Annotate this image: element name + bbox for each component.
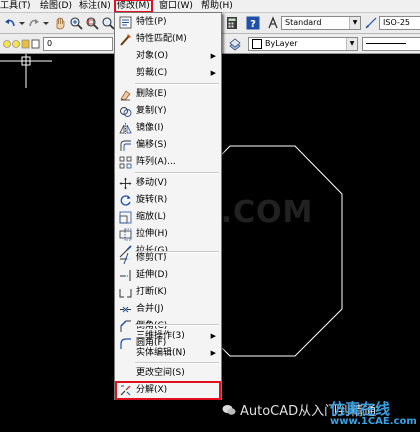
layer-state-icons[interactable] [2,37,42,51]
menu-item-erase[interactable]: 删除(E) [116,86,220,103]
menu-draw[interactable]: 绘图(D) [40,0,72,12]
erase-icon [119,88,132,101]
extend-icon [119,269,132,282]
chevron-down-icon: ▼ [349,17,360,29]
layer-previous-icon[interactable] [228,37,242,51]
trim-icon [119,252,132,265]
menu-item-solid-editing[interactable]: 实体编辑(N) ▶ [116,345,220,362]
lineweight-preview [366,43,406,44]
undo-dropdown-icon[interactable] [18,16,26,30]
menu-help[interactable]: 帮助(H) [201,0,233,12]
menu-item-change-space[interactable]: 更改空间(S) [116,365,220,382]
mirror-icon [119,122,132,135]
break-icon [119,286,132,299]
menu-item-offset[interactable]: 偏移(S) [116,137,220,154]
menu-window[interactable]: 窗口(W) [159,0,193,12]
pan-icon[interactable] [53,16,67,30]
menu-item-scale[interactable]: 缩放(L) [116,209,220,226]
menu-item-properties[interactable]: 特性(P) [116,14,220,31]
rotate-icon [119,194,132,207]
array-icon [119,156,132,169]
copy-icon [119,105,132,118]
menu-separator [135,362,219,364]
menu-item-3d-operations[interactable]: 三维操作(3) ▶ [116,328,220,345]
submenu-arrow-icon: ▶ [210,69,216,77]
menu-dimension[interactable]: 标注(N) [79,0,111,12]
calculator-icon[interactable] [225,16,239,30]
menu-item-join[interactable]: 合并(J) [116,301,220,318]
zoom-window-icon[interactable] [85,16,99,30]
menu-item-label: 分解(X) [136,385,168,395]
submenu-arrow-icon: ▶ [210,349,216,357]
menu-item-stretch[interactable]: 拉伸(H) [116,226,220,243]
wechat-icon [222,404,236,420]
properties-icon [119,16,132,29]
menu-item-mirror[interactable]: 镜像(I) [116,120,220,137]
menu-item-move[interactable]: 移动(V) [116,175,220,192]
explode-icon [119,384,132,397]
menu-item-explode[interactable]: 分解(X) [115,381,221,400]
menu-item-array[interactable]: 阵列(A)... [116,154,220,171]
lineweight-select[interactable] [362,37,420,51]
layer-select[interactable]: 0 [43,37,113,51]
menu-item-match-properties[interactable]: 特性匹配(M) [116,31,220,48]
submenu-arrow-icon: ▶ [210,52,216,60]
zoom-realtime-icon[interactable] [69,16,83,30]
menu-item-object[interactable]: 对象(O) ▶ [116,48,220,65]
svg-text:?: ? [250,19,256,30]
join-icon [119,303,132,316]
menu-separator [135,172,219,174]
submenu-arrow-icon: ▶ [210,332,216,340]
menu-item-label: 实体编辑(N) [136,348,186,358]
help-icon[interactable]: ? [246,16,260,30]
menu-item-label: 更改空间(S) [136,368,185,378]
text-style-icon[interactable] [266,16,280,30]
stretch-icon [119,228,132,241]
menu-item-clip[interactable]: 剪裁(C) ▶ [116,65,220,82]
brand-site: www.1CAE.com [330,416,417,427]
text-style-select[interactable]: Standard ▼ [281,16,361,30]
menu-item-label: 三维操作(3) [136,331,185,341]
menu-modify[interactable]: 修改(M) [114,0,153,13]
redo-icon[interactable] [27,16,41,30]
dimension-style-select[interactable]: ISO-25 [379,16,420,30]
ucs-crosshair [0,54,52,88]
zoom-previous-icon[interactable] [101,16,115,30]
undo-icon[interactable] [3,16,17,30]
chevron-down-icon: ▼ [346,38,357,50]
menu-item-break[interactable]: 打断(K) [116,284,220,301]
menu-tools[interactable]: 工具(T) [0,0,31,12]
dimension-style-icon[interactable] [364,16,378,30]
menu-item-trim[interactable]: 修剪(T) [116,250,220,267]
color-swatch [252,38,262,49]
match-properties-icon [119,33,132,46]
menu-item-rotate[interactable]: 旋转(R) [116,192,220,209]
modify-menu: 特性(P) 特性匹配(M) 对象(O) ▶ 剪裁(C) ▶ 删除(E) 复制(Y) … [114,12,222,400]
scale-icon [119,211,132,224]
move-icon [119,177,132,190]
menu-separator [135,83,219,85]
menu-item-copy[interactable]: 复制(Y) [116,103,220,120]
menu-separator [135,324,219,326]
redo-dropdown-icon[interactable] [42,16,50,30]
offset-icon [119,139,132,152]
menu-item-extend[interactable]: 延伸(D) [116,267,220,284]
linetype-select[interactable]: ByLayer ▼ [248,37,358,51]
